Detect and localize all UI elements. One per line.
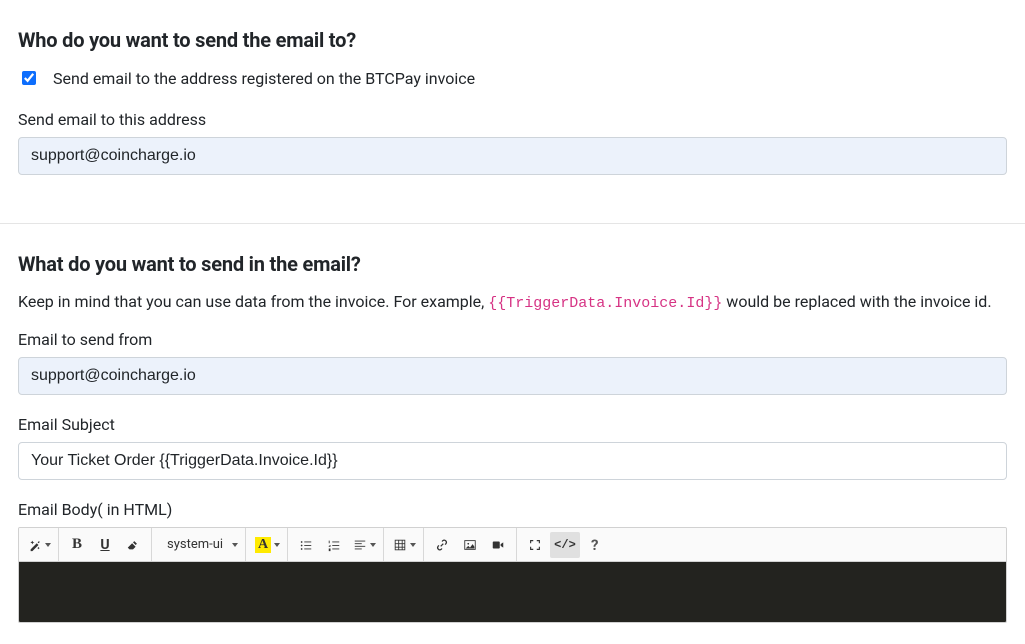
help-button[interactable]: ? — [582, 532, 608, 558]
body-label: Email Body( in HTML) — [18, 500, 1007, 519]
clear-format-button[interactable] — [120, 532, 146, 558]
underline-button[interactable]: U — [92, 532, 118, 558]
bold-icon: B — [72, 536, 82, 553]
image-button[interactable] — [457, 532, 483, 558]
editor-body[interactable] — [19, 562, 1006, 622]
chevron-down-icon — [274, 543, 280, 547]
ordered-list-button[interactable] — [321, 532, 347, 558]
help-icon: ? — [591, 536, 598, 554]
video-icon — [491, 538, 505, 552]
list-ul-icon — [299, 538, 313, 552]
content-heading: What do you want to send in the email? — [18, 252, 1007, 276]
code-icon: </> — [554, 538, 576, 552]
hint-prefix: Keep in mind that you can use data from … — [18, 292, 488, 311]
send-to-address-input[interactable] — [18, 137, 1007, 175]
font-color-icon: A — [255, 537, 271, 553]
image-icon — [463, 538, 477, 552]
style-button[interactable] — [24, 532, 53, 558]
email-recipient-section: Who do you want to send the email to? Se… — [0, 0, 1025, 217]
hint-code: {{TriggerData.Invoice.Id}} — [488, 295, 722, 312]
subject-label: Email Subject — [18, 415, 1007, 434]
chevron-down-icon — [410, 543, 416, 547]
subject-input[interactable] — [18, 442, 1007, 480]
underline-icon: U — [100, 537, 109, 553]
code-view-button[interactable]: </> — [550, 532, 580, 558]
recipient-heading: Who do you want to send the email to? — [18, 28, 1007, 52]
chevron-down-icon — [370, 543, 376, 547]
font-name-value: system-ui — [161, 537, 229, 552]
from-input[interactable] — [18, 357, 1007, 395]
link-icon — [435, 538, 449, 552]
table-icon — [393, 538, 407, 552]
table-button[interactable] — [389, 532, 418, 558]
unordered-list-button[interactable] — [293, 532, 319, 558]
send-to-invoice-label: Send email to the address registered on … — [53, 69, 475, 88]
list-ol-icon — [327, 538, 341, 552]
template-hint: Keep in mind that you can use data from … — [18, 292, 1007, 312]
fullscreen-button[interactable] — [522, 532, 548, 558]
fullscreen-icon — [528, 538, 542, 552]
paragraph-align-button[interactable] — [349, 532, 378, 558]
bold-button[interactable]: B — [64, 532, 90, 558]
font-name-button[interactable]: system-ui — [157, 532, 240, 558]
link-button[interactable] — [429, 532, 455, 558]
email-content-section: What do you want to send in the email? K… — [0, 223, 1025, 644]
chevron-down-icon — [232, 543, 238, 547]
eraser-icon — [126, 538, 140, 552]
send-to-address-label: Send email to this address — [18, 110, 1007, 129]
align-left-icon — [353, 538, 367, 552]
chevron-down-icon — [45, 543, 51, 547]
html-editor: B U system-ui A — [18, 527, 1007, 623]
hint-suffix: would be replaced with the invoice id. — [722, 292, 991, 311]
magic-wand-icon — [28, 538, 42, 552]
send-to-invoice-row: Send email to the address registered on … — [18, 68, 1007, 88]
send-to-invoice-checkbox[interactable] — [22, 71, 36, 85]
font-color-button[interactable]: A — [251, 532, 282, 558]
video-button[interactable] — [485, 532, 511, 558]
editor-toolbar: B U system-ui A — [19, 528, 1006, 562]
from-label: Email to send from — [18, 330, 1007, 349]
